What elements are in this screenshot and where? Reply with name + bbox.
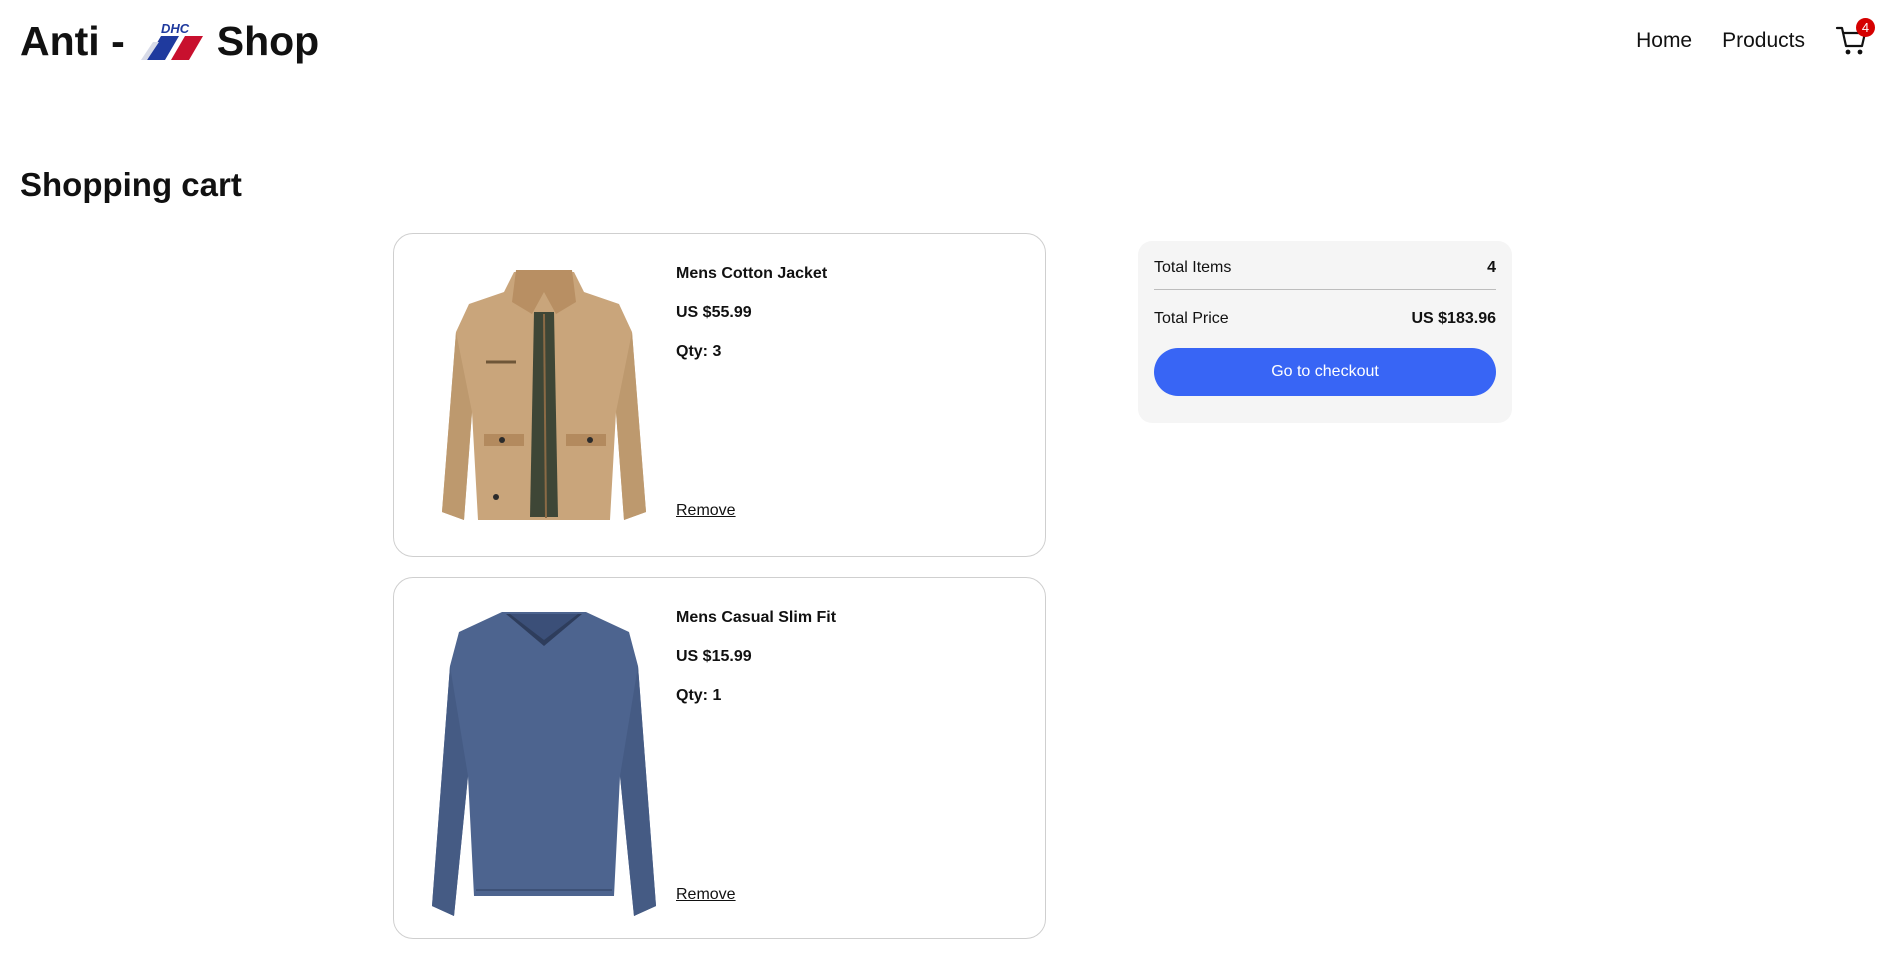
cart-count-badge: 4 xyxy=(1856,18,1875,37)
page: Anti - DHC Shop Home Products 4 Shopping… xyxy=(0,0,1893,956)
longsleeve-shirt-image xyxy=(424,606,664,918)
item-quantity: Qty: 1 xyxy=(676,687,722,704)
page-title: Shopping cart xyxy=(20,166,242,203)
item-price: US $55.99 xyxy=(676,304,752,321)
cart-button[interactable]: 4 xyxy=(1835,18,1875,58)
remove-item-button[interactable]: Remove xyxy=(676,886,736,904)
item-name: Mens Cotton Jacket xyxy=(676,265,828,282)
total-items-row: Total Items 4 xyxy=(1154,259,1496,290)
logo-text: DHC xyxy=(161,21,190,36)
checkout-button[interactable]: Go to checkout xyxy=(1154,348,1496,396)
brand-logo: DHC xyxy=(137,20,205,64)
item-quantity: Qty: 3 xyxy=(676,343,722,360)
cart-item: Mens Casual Slim Fit US $15.99 Qty: 1 Re… xyxy=(393,577,1046,939)
cart-item: Mens Cotton Jacket US $55.99 Qty: 3 Remo… xyxy=(393,233,1046,557)
brand-prefix: Anti - xyxy=(20,18,125,64)
item-price: US $15.99 xyxy=(676,648,752,665)
brand-suffix: Shop xyxy=(216,18,320,64)
item-info: Mens Cotton Jacket US $55.99 Qty: 3 xyxy=(676,264,827,381)
brand[interactable]: Anti - DHC Shop xyxy=(20,18,319,65)
header: Anti - DHC Shop Home Products 4 xyxy=(0,0,1893,90)
total-price-label: Total Price xyxy=(1154,310,1229,327)
total-items-value: 4 xyxy=(1487,259,1496,276)
order-summary: Total Items 4 Total Price US $183.96 Go … xyxy=(1138,241,1512,423)
total-price-value: US $183.96 xyxy=(1411,310,1496,327)
nav-products-link[interactable]: Products xyxy=(1722,29,1805,53)
total-price-row: Total Price US $183.96 xyxy=(1154,310,1496,328)
remove-item-button[interactable]: Remove xyxy=(676,502,736,520)
jacket-image xyxy=(424,262,664,526)
main-nav: Home Products 4 xyxy=(1606,18,1875,58)
total-items-label: Total Items xyxy=(1154,259,1232,276)
item-info: Mens Casual Slim Fit US $15.99 Qty: 1 xyxy=(676,608,836,725)
item-name: Mens Casual Slim Fit xyxy=(676,609,837,626)
nav-home-link[interactable]: Home xyxy=(1636,29,1692,53)
cart-items-list: Mens Cotton Jacket US $55.99 Qty: 3 Remo… xyxy=(393,233,1046,956)
